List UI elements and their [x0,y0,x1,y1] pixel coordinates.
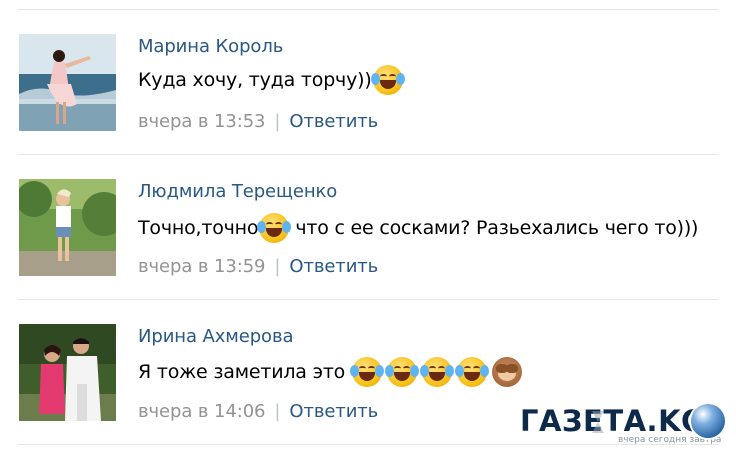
comment-text-body: Я тоже заметила это [138,361,346,383]
see-no-evil-monkey-emoji-icon [492,357,523,387]
avatar-photo [19,179,116,276]
comment-author[interactable]: Марина Король [138,36,283,57]
avatar[interactable] [19,34,116,131]
comment-meta: вчера в 13:59 | Ответить [138,256,378,277]
meta-separator: | [274,111,281,132]
reply-button[interactable]: Ответить [289,111,378,132]
comment: Марина Король Куда хочу, туда торчу)) вч… [0,0,736,132]
comment-meta: вчера в 14:06 | Ответить [138,401,378,422]
meta-separator: | [274,401,281,422]
comment-text: Точно,точно что с ее сосками? Разьехалис… [138,213,698,243]
comment-time[interactable]: вчера в 14:06 [138,401,266,422]
comment-time[interactable]: вчера в 13:53 [138,111,266,132]
meta-separator: | [274,256,281,277]
comment-meta: вчера в 13:53 | Ответить [138,111,378,132]
comment-author[interactable]: Ирина Ахмерова [138,326,294,347]
comment-text-after: что с ее сосками? Разьехались чего то))) [295,217,699,239]
tears-of-joy-emoji-icon [385,357,420,387]
comment-time[interactable]: вчера в 13:59 [138,256,266,277]
reply-button[interactable]: Ответить [289,401,378,422]
comment: Ирина Ахмерова Я тоже заметила это вчера… [0,290,736,422]
comment: Людмила Терещенко Точно,точно что с ее с… [0,145,736,277]
tears-of-joy-emoji-icon [370,65,405,95]
tears-of-joy-emoji-icon [257,213,292,243]
comment-text: Я тоже заметила это [138,357,523,387]
tears-of-joy-emoji-icon [350,357,385,387]
comment-author[interactable]: Людмила Терещенко [138,181,337,202]
avatar[interactable] [19,179,116,276]
avatar-photo [19,324,116,421]
comment-text-before: Точно,точно [138,217,259,239]
watermark-name: ГАЗЕТА.KG [520,404,706,438]
comment-text: Куда хочу, туда торчу)) [138,65,405,95]
watermark-logo: ГАЗЕТА.KG вчера сегодня завтра [520,402,728,447]
reply-button[interactable]: Ответить [289,256,378,277]
comment-text-body: Куда хочу, туда торчу)) [138,69,372,91]
tears-of-joy-emoji-icon [455,357,490,387]
globe-icon [691,404,725,438]
avatar-photo [19,34,116,131]
hourglass-icon [592,411,604,433]
avatar[interactable] [19,324,116,421]
tears-of-joy-emoji-icon [420,357,455,387]
